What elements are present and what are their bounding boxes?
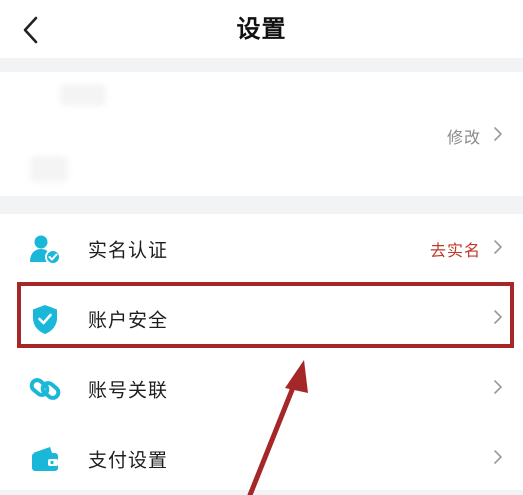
edit-label: 修改 — [446, 128, 481, 147]
settings-item-right — [481, 309, 503, 329]
chevron-right-icon — [493, 126, 503, 146]
blurred-name — [30, 156, 68, 182]
settings-item-real-name[interactable]: 实名认证 去实名 — [0, 214, 523, 284]
settings-item-label: 账号关联 — [88, 379, 169, 402]
settings-item-payment[interactable]: 支付设置 — [0, 424, 523, 494]
chevron-right-icon — [493, 309, 503, 329]
section-separator — [0, 58, 523, 72]
page-title: 设置 — [236, 15, 287, 43]
profile-card[interactable]: 修改 — [0, 72, 523, 196]
wallet-icon — [28, 442, 62, 476]
chevron-right-icon — [493, 379, 503, 399]
settings-item-label: 账户安全 — [88, 309, 169, 332]
section-separator — [0, 490, 523, 495]
settings-item-account-security[interactable]: 账户安全 — [0, 284, 523, 354]
chevron-right-icon — [493, 449, 503, 469]
edit-profile-button[interactable]: 修改 — [447, 124, 503, 148]
link-icon — [28, 372, 62, 406]
settings-item-account-link[interactable]: 账号关联 — [0, 354, 523, 424]
settings-item-label: 支付设置 — [88, 449, 169, 472]
section-separator — [0, 196, 523, 214]
user-verified-icon — [28, 232, 62, 266]
shield-check-icon — [28, 302, 62, 336]
header-bar: 设置 — [0, 0, 523, 58]
settings-item-right: 去实名 — [430, 237, 503, 261]
real-name-status: 去实名 — [429, 241, 481, 260]
settings-item-label: 实名认证 — [88, 239, 169, 262]
chevron-right-icon — [493, 239, 503, 259]
blurred-avatar — [60, 84, 106, 106]
settings-screen: 设置 修改 实名认证 去实名 账户安全 账号关联 支付设置 — [0, 0, 523, 495]
settings-item-right — [481, 379, 503, 399]
settings-item-right — [481, 449, 503, 469]
